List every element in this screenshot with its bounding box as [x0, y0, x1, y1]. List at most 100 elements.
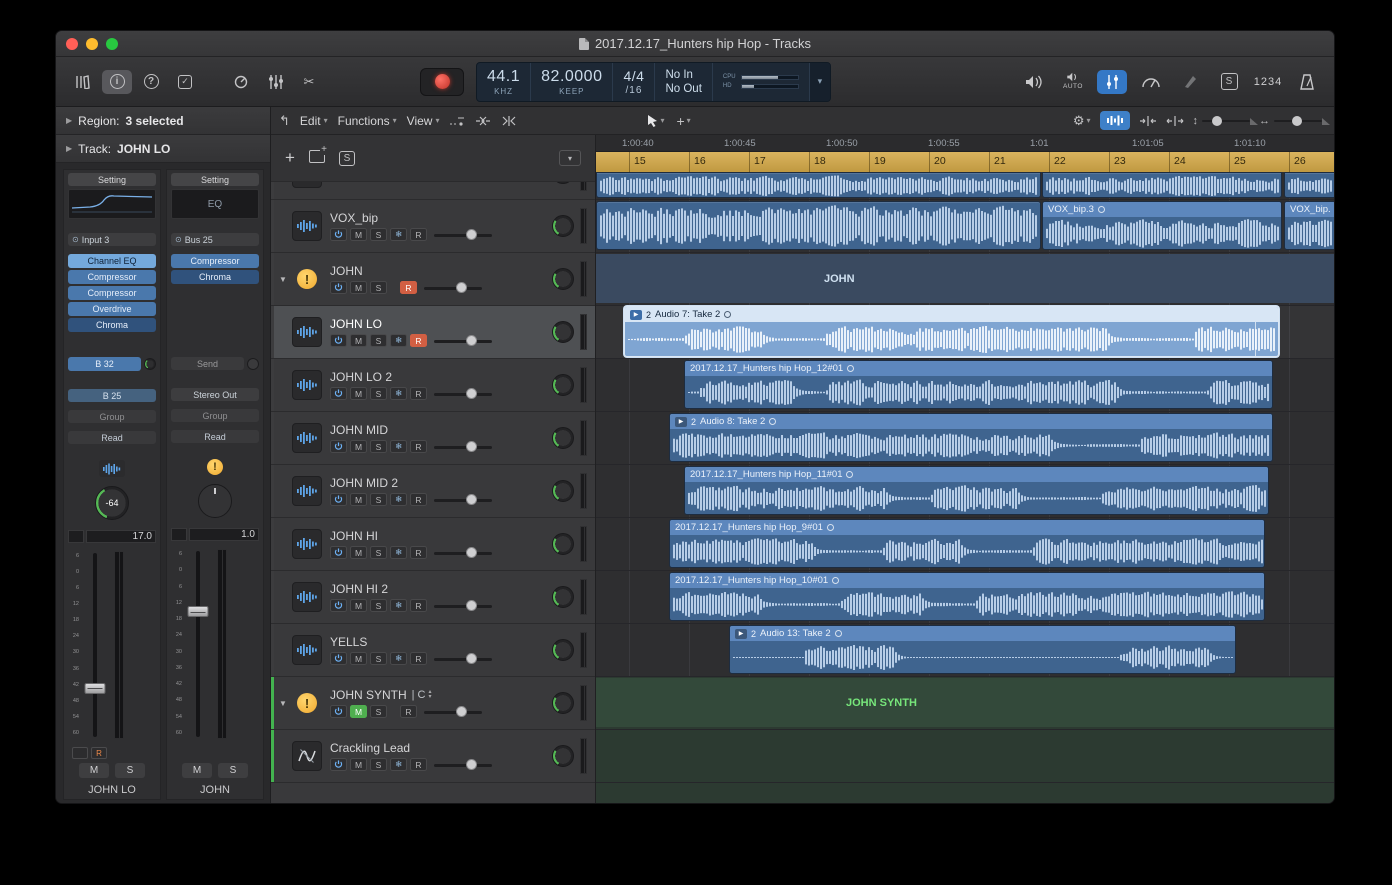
solo-button[interactable]: S [218, 763, 248, 778]
audio-region[interactable]: ▶2Audio 8: Take 2 [669, 413, 1273, 462]
add-track-button[interactable]: + [285, 148, 295, 168]
audio-region[interactable]: ▶2Audio 13: Take 2 [729, 625, 1236, 674]
track-pan-knob[interactable] [552, 745, 574, 767]
plugin-slot[interactable]: Compressor [68, 286, 156, 300]
track-name[interactable]: JOHN LO [330, 317, 382, 331]
track-pan-knob[interactable] [552, 533, 574, 555]
track-solo-button[interactable]: S [370, 758, 387, 771]
output-slot[interactable]: Stereo Out [171, 388, 259, 401]
track-record-button[interactable]: R [410, 546, 427, 559]
track-type-icon-button[interactable] [99, 460, 125, 477]
plugin-slot[interactable]: Chroma [68, 318, 156, 332]
plugin-slot[interactable]: Compressor [68, 270, 156, 284]
track-header-row[interactable]: | ▴▾ M S ❄ R [271, 182, 595, 200]
track-on-button[interactable] [330, 705, 347, 718]
track-freeze-button[interactable]: ❄ [390, 546, 407, 559]
metronome-button[interactable] [1292, 70, 1322, 94]
track-icon[interactable]: ! [292, 264, 322, 294]
track-pan-knob[interactable] [552, 182, 574, 184]
track-lane[interactable]: 2017.12.17_Hunters hip Hop_12#01 [596, 359, 1334, 412]
track-mute-button[interactable]: M [350, 652, 367, 665]
input-slot[interactable]: ⊙ Input 3 [68, 233, 156, 246]
track-volume-slider[interactable] [434, 547, 492, 559]
volume-value[interactable]: 17.0 [86, 530, 156, 543]
track-header-row[interactable]: JOHN HI 2 | ▴▾ M S ❄ R [271, 571, 595, 624]
track-name[interactable]: JOHN SYNTH [330, 688, 407, 702]
track-header-row[interactable]: Crackling Lead | ▴▾ M S ❄ R [271, 730, 595, 783]
track-record-button[interactable]: R [410, 440, 427, 453]
input-slot[interactable]: ⊙ Bus 25 [171, 233, 259, 246]
audio-region[interactable]: 2017.12.17_Hunters hip Hop_11#01 [684, 466, 1269, 515]
send-knob[interactable] [247, 358, 259, 370]
automation-mode-button[interactable]: Read [68, 431, 156, 444]
quick-help-button[interactable]: ? [136, 70, 166, 94]
close-button[interactable] [66, 38, 78, 50]
track-pan-knob[interactable] [552, 480, 574, 502]
setting-button[interactable]: Setting [171, 173, 259, 186]
track-icon[interactable] [292, 211, 322, 241]
duplicate-track-button[interactable] [309, 150, 325, 166]
track-on-button[interactable] [330, 652, 347, 665]
track-lane[interactable]: 2017.12.17_Hunters hip Hop_10#01 [596, 571, 1334, 624]
channel-strip-name[interactable]: JOHN LO [68, 784, 156, 796]
track-record-button[interactable]: R [400, 281, 417, 294]
solo-mode-button[interactable]: S [1214, 70, 1244, 94]
track-volume-slider[interactable] [434, 441, 492, 453]
disclosure-triangle-icon[interactable]: ▼ [274, 699, 292, 708]
setting-button[interactable]: Setting [68, 173, 156, 186]
functions-menu[interactable]: Functions▾ [338, 114, 397, 128]
track-freeze-button[interactable]: ❄ [390, 334, 407, 347]
track-icon[interactable] [292, 370, 322, 400]
track-mute-button[interactable]: M [350, 228, 367, 241]
track-freeze-button[interactable]: ❄ [390, 652, 407, 665]
track-header-row[interactable]: JOHN LO 2 | ▴▾ M S ❄ R [271, 359, 595, 412]
track-freeze-button[interactable]: ❄ [390, 387, 407, 400]
track-solo-button[interactable]: S [370, 493, 387, 506]
track-mute-button[interactable]: M [350, 546, 367, 559]
track-record-button[interactable]: R [410, 493, 427, 506]
track-volume-slider[interactable] [434, 653, 492, 665]
send-knob[interactable] [144, 358, 156, 370]
track-on-button[interactable] [330, 546, 347, 559]
audio-region[interactable] [596, 201, 1041, 250]
track-header-row[interactable]: JOHN LO | ▴▾ M S ❄ R [271, 306, 595, 359]
fader-handle[interactable] [188, 606, 209, 617]
track-solo-button[interactable]: S [370, 387, 387, 400]
horizontal-zoom-slider[interactable] [1274, 116, 1322, 126]
track-stack-band[interactable]: JOHN SYNTH [596, 678, 1334, 727]
region-disclosure-icon[interactable]: ▶ [630, 310, 642, 320]
track-name[interactable]: JOHN LO 2 [330, 370, 392, 384]
channel-strip-name[interactable]: JOHN [171, 784, 259, 796]
track-name[interactable]: VOX_bip [330, 211, 378, 225]
volume-fader[interactable] [80, 551, 110, 739]
waveform-zoom-button[interactable] [1100, 111, 1130, 130]
record-button[interactable] [420, 68, 464, 96]
tuner-button[interactable] [1175, 70, 1205, 94]
plugin-slot[interactable]: Chroma [171, 270, 259, 284]
track-lane[interactable]: 2017.12.17_Hunters hip Hop_9#01 [596, 518, 1334, 571]
vertical-auto-zoom-button[interactable] [1139, 115, 1157, 127]
mixer-toggle-button[interactable] [1097, 70, 1127, 94]
track-lane[interactable] [596, 172, 1334, 200]
eq-thumbnail[interactable]: EQ [171, 189, 259, 219]
track-freeze-button[interactable]: ❄ [390, 228, 407, 241]
lcd-time-signature[interactable]: 4/4 /16 [613, 63, 655, 101]
mixer-button[interactable] [260, 70, 290, 94]
volume-fader[interactable] [183, 549, 213, 739]
track-pan-knob[interactable] [552, 586, 574, 608]
region-disclosure-icon[interactable]: ▶ [735, 629, 747, 639]
auto-monitoring-button[interactable]: AUTO [1058, 70, 1088, 94]
audio-region[interactable]: VOX_bip. [1284, 201, 1334, 250]
mute-button[interactable]: M [182, 763, 212, 778]
track-header-config-button[interactable]: ▾ [559, 150, 581, 166]
track-on-button[interactable] [330, 387, 347, 400]
track-name[interactable]: Crackling Lead [330, 741, 410, 755]
track-on-button[interactable] [330, 281, 347, 294]
track-solo-button[interactable]: S [370, 599, 387, 612]
catch-playhead-button[interactable]: ↰ [279, 113, 290, 129]
track-on-button[interactable] [330, 599, 347, 612]
automation-mode-button[interactable]: Read [171, 430, 259, 443]
track-icon[interactable] [292, 476, 322, 506]
track-name[interactable]: JOHN MID 2 [330, 476, 398, 490]
audio-region[interactable] [1042, 172, 1282, 198]
